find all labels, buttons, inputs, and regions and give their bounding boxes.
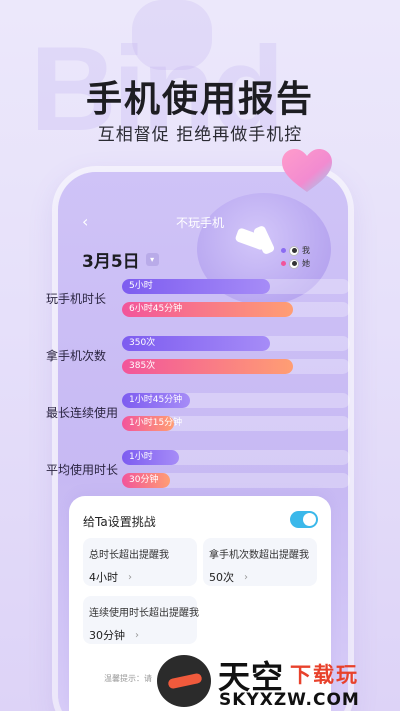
chevron-right-icon: › xyxy=(128,571,132,583)
bar-me: 1小时 xyxy=(122,450,179,465)
date-selector[interactable]: 3月5日 ▾ xyxy=(82,247,159,272)
avatar-her-icon xyxy=(289,258,299,269)
legend-her: 她 xyxy=(281,257,310,270)
challenge-title: 给Ta设置挑战 xyxy=(83,515,156,529)
challenge-card-pickups[interactable]: 拿手机次数超出提醒我 50次 › xyxy=(203,538,317,586)
chevron-right-icon: › xyxy=(244,571,248,583)
bar-her: 1小时15分钟 xyxy=(122,416,182,431)
metric-label: 最长连续使用 xyxy=(46,406,119,420)
watermark-accent: 下载玩 xyxy=(290,663,359,687)
metric-label: 拿手机次数 xyxy=(46,349,107,363)
challenge-toggle[interactable] xyxy=(290,511,318,528)
hero-subtitle: 互相督促 拒绝再做手机控 xyxy=(97,125,303,145)
challenge-card-total-time[interactable]: 总时长超出提醒我 4小时 › xyxy=(83,538,197,586)
card-value-row: 50次 › xyxy=(209,569,311,585)
challenge-card-continuous[interactable]: 连续使用时长超出提醒我 30分钟 › xyxy=(83,596,199,644)
card-label: 总时长超出提醒我 xyxy=(89,550,169,561)
card-value: 4小时 xyxy=(89,571,118,584)
card-label: 连续使用时长超出提醒我 xyxy=(89,608,199,619)
legend-dot-her xyxy=(281,261,286,266)
bar-her: 30分钟 xyxy=(122,473,170,488)
metric-label: 平均使用时长 xyxy=(46,463,119,477)
heart-icon xyxy=(282,149,332,192)
chevron-down-icon[interactable]: ▾ xyxy=(145,253,159,266)
hero-title: 手机使用报告 xyxy=(85,79,314,120)
metric-label: 玩手机时长 xyxy=(46,292,107,306)
bar-me: 1小时45分钟 xyxy=(122,393,190,408)
legend-me: 我 xyxy=(281,244,310,257)
legend-me-label: 我 xyxy=(302,246,310,255)
screen-title: 不玩手机 xyxy=(175,216,224,230)
legend: 我 她 xyxy=(281,244,310,270)
tip-text: 温馨提示：请 xyxy=(104,674,152,683)
card-value: 30分钟 xyxy=(89,629,125,642)
legend-dot-me xyxy=(281,248,286,253)
bar-me: 350次 xyxy=(122,336,270,351)
bar-her: 385次 xyxy=(122,359,293,374)
bar-her: 6小时45分钟 xyxy=(122,302,293,317)
watermark-url: SKYXZW.COM xyxy=(219,690,360,710)
date-text: 3月5日 xyxy=(82,252,140,272)
chevron-right-icon: › xyxy=(135,629,139,641)
card-label: 拿手机次数超出提醒我 xyxy=(209,550,309,561)
card-value-row: 4小时 › xyxy=(89,569,191,585)
legend-her-label: 她 xyxy=(302,259,310,268)
avatar-me-icon xyxy=(289,245,299,256)
bar-me: 5小时 xyxy=(122,279,270,294)
card-value-row: 30分钟 › xyxy=(89,627,191,643)
card-value: 50次 xyxy=(209,571,234,584)
